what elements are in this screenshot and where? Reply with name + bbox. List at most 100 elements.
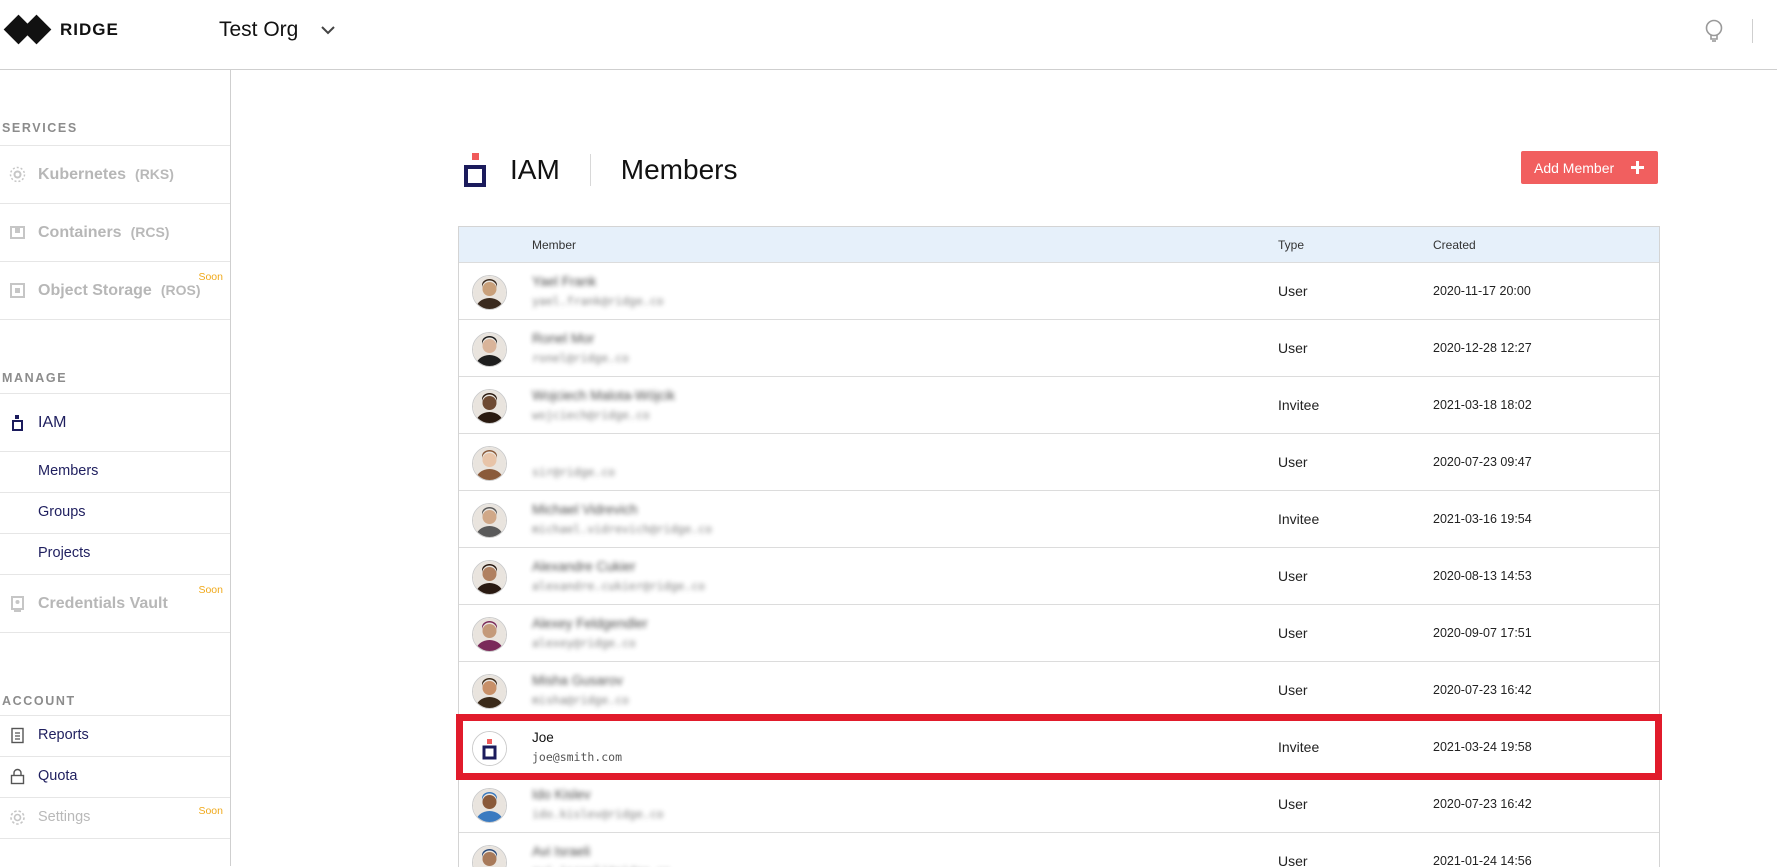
top-divider (1752, 19, 1753, 43)
title-divider (589, 154, 591, 186)
add-member-button[interactable]: Add Member (1521, 151, 1658, 184)
column-type[interactable]: Type (1278, 238, 1304, 252)
member-name: Avi Israeli (532, 844, 591, 859)
table-row[interactable]: Yael Frank yael.frank@ridge.co User 2020-11… (459, 262, 1659, 319)
ridge-logo-icon (3, 14, 52, 46)
member-type: Invitee (1278, 511, 1320, 527)
member-email: yael.frank@ridge.co (532, 294, 664, 308)
avatar (472, 674, 507, 709)
sidebar-item-label: Credentials Vault (38, 594, 168, 612)
sidebar-item-credentials-vault[interactable]: Credentials Vault Soon (0, 574, 230, 632)
member-created: 2020-11-17 20:00 (1433, 284, 1531, 298)
member-name: Alexandre Cukier (532, 559, 636, 574)
table-row[interactable]: Alexey Feldgendler alexey@ridge.co User 202… (459, 604, 1659, 661)
divider (0, 838, 230, 839)
member-type: User (1278, 625, 1308, 641)
member-created: 2021-03-16 19:54 (1433, 512, 1532, 526)
divider (0, 632, 230, 633)
top-bar: RIDGE Test Org (0, 0, 1777, 70)
table-row[interactable]: Wojciech Malota-Wójcik wojciech@ridge.co I… (459, 376, 1659, 433)
sidebar-subitem-label: Projects (38, 545, 91, 561)
sidebar-item-settings[interactable]: Settings Soon (0, 797, 230, 838)
member-created: 2020-08-13 14:53 (1433, 569, 1532, 583)
member-created: 2021-03-24 19:58 (1433, 740, 1532, 754)
member-type: User (1278, 283, 1308, 299)
member-email: ido.kislev@ridge.co (532, 807, 664, 821)
table-row[interactable]: Ido Kislev ido.kislev@ridge.co User 2020-07… (459, 775, 1659, 832)
org-selector[interactable]: Test Org (219, 18, 336, 42)
chevron-down-icon (320, 22, 336, 38)
sidebar-item-quota[interactable]: Quota (0, 756, 230, 797)
member-name: Yael Frank (532, 274, 597, 289)
account-title: ACCOUNT (2, 694, 76, 708)
sidebar-item-sub: (ROS) (160, 281, 201, 298)
member-created: 2020-07-23 16:42 (1433, 797, 1532, 811)
member-name: Ido Kislev (532, 787, 591, 802)
sidebar-item-containers[interactable]: Containers (RCS) (0, 203, 230, 261)
avatar (472, 788, 507, 823)
member-type: User (1278, 853, 1308, 867)
manage-title: MANAGE (2, 371, 68, 385)
soon-badge: Soon (198, 805, 223, 817)
sidebar-subitem-label: Members (38, 463, 99, 479)
table-row[interactable]: Ronel Mor ronel@ridge.co User 2020-12-28 12… (459, 319, 1659, 376)
plus-icon (1630, 160, 1645, 175)
member-created: 2021-03-18 18:02 (1433, 398, 1532, 412)
member-name: Joe (532, 730, 554, 745)
member-name: Misha Gusarov (532, 673, 623, 688)
table-row[interactable]: Alexandre Cukier alexandre.cukier@ridge.c… (459, 547, 1659, 604)
avatar (472, 332, 507, 367)
table-header: Member Type Created (459, 227, 1659, 262)
member-name: Alexey Feldgendler (532, 616, 648, 631)
reports-icon (9, 727, 26, 744)
sidebar-item-reports[interactable]: Reports (0, 715, 230, 756)
member-email: wojciech@ridge.co (532, 408, 650, 422)
member-type: User (1278, 682, 1308, 698)
member-type: User (1278, 340, 1308, 356)
container-icon (9, 224, 26, 241)
table-row[interactable]: sir@ridge.co User 2020-07-23 09:47 (459, 433, 1659, 490)
table-row[interactable]: Avi Israeliavi.israeli@ridge.coUser2021-… (459, 832, 1659, 867)
avatar (472, 389, 507, 424)
member-name: Ronel Mor (532, 331, 595, 346)
avatar (472, 503, 507, 538)
member-email: michael.vidrevich@ridge.co (532, 522, 713, 536)
logo-text: RIDGE (60, 20, 119, 39)
member-type: Invitee (1278, 397, 1320, 413)
member-type: Invitee (1278, 739, 1320, 755)
sidebar-item-label: Kubernetes (38, 165, 127, 183)
divider (0, 319, 230, 320)
kubernetes-icon (9, 166, 26, 183)
lightbulb-icon[interactable] (1703, 18, 1725, 44)
member-created: 2020-07-23 16:42 (1433, 683, 1532, 697)
member-name: Michael Vidrevich (532, 502, 638, 517)
member-name: Wojciech Malota-Wójcik (532, 388, 676, 403)
member-created: 2020-07-23 09:47 (1433, 455, 1532, 469)
member-created: 2021-01-24 14:56 (1433, 854, 1532, 867)
ridge-logo[interactable]: RIDGE (3, 14, 119, 46)
table-row[interactable]: Michael Vidrevich michael.vidrevich@ridge… (459, 490, 1659, 547)
column-created[interactable]: Created (1433, 238, 1476, 252)
iam-icon (9, 414, 26, 431)
sidebar-item-kubernetes[interactable]: Kubernetes (RKS) (0, 145, 230, 203)
members-table: Member Type Created Yael Frank yael.frank… (458, 226, 1660, 867)
member-type: User (1278, 796, 1308, 812)
column-member[interactable]: Member (532, 238, 576, 252)
sidebar-item-object-storage[interactable]: Object Storage (ROS) Soon (0, 261, 230, 319)
sidebar-item-label: Settings (38, 809, 91, 825)
sidebar-subitem-groups[interactable]: Groups (0, 492, 230, 533)
sidebar-item-label: Reports (38, 727, 89, 743)
table-row[interactable]: Misha Gusarov misha@ridge.co User 2020-07-2… (459, 661, 1659, 718)
sidebar-item-label: Containers (38, 223, 122, 241)
table-row[interactable]: Joe joe@smith.com Invitee 2021-03-24 19:58 (459, 718, 1659, 775)
sidebar-item-sub: (RCS) (130, 223, 170, 240)
soon-badge: Soon (198, 271, 223, 283)
soon-badge: Soon (198, 584, 223, 596)
member-created: 2020-12-28 12:27 (1433, 341, 1532, 355)
lock-icon (9, 768, 26, 785)
sidebar-item-iam[interactable]: IAM (0, 393, 230, 451)
sidebar-subitem-projects[interactable]: Projects (0, 533, 230, 574)
add-member-label: Add Member (1534, 159, 1615, 176)
page-header: IAM Members (464, 150, 737, 190)
sidebar-subitem-members[interactable]: Members (0, 451, 230, 492)
